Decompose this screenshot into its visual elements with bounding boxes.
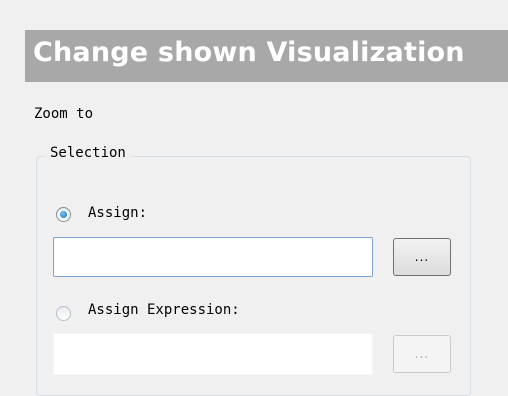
assign-expression-input <box>53 333 373 375</box>
assign-browse-button[interactable]: ... <box>393 238 451 276</box>
title-bar: Change shown Visualization <box>25 30 508 82</box>
assign-input[interactable] <box>53 237 373 277</box>
assign-expression-radio[interactable] <box>56 306 71 321</box>
zoom-to-label: Zoom to <box>34 106 94 122</box>
radio-selected-dot <box>60 211 67 218</box>
assign-expression-browse-button: ... <box>393 335 451 373</box>
page-title: Change shown Visualization <box>33 37 465 68</box>
selection-group-label: Selection <box>44 145 132 161</box>
assign-radio[interactable] <box>56 207 71 222</box>
assign-expression-radio-label[interactable]: Assign Expression: <box>88 302 240 318</box>
assign-radio-label[interactable]: Assign: <box>88 205 147 221</box>
